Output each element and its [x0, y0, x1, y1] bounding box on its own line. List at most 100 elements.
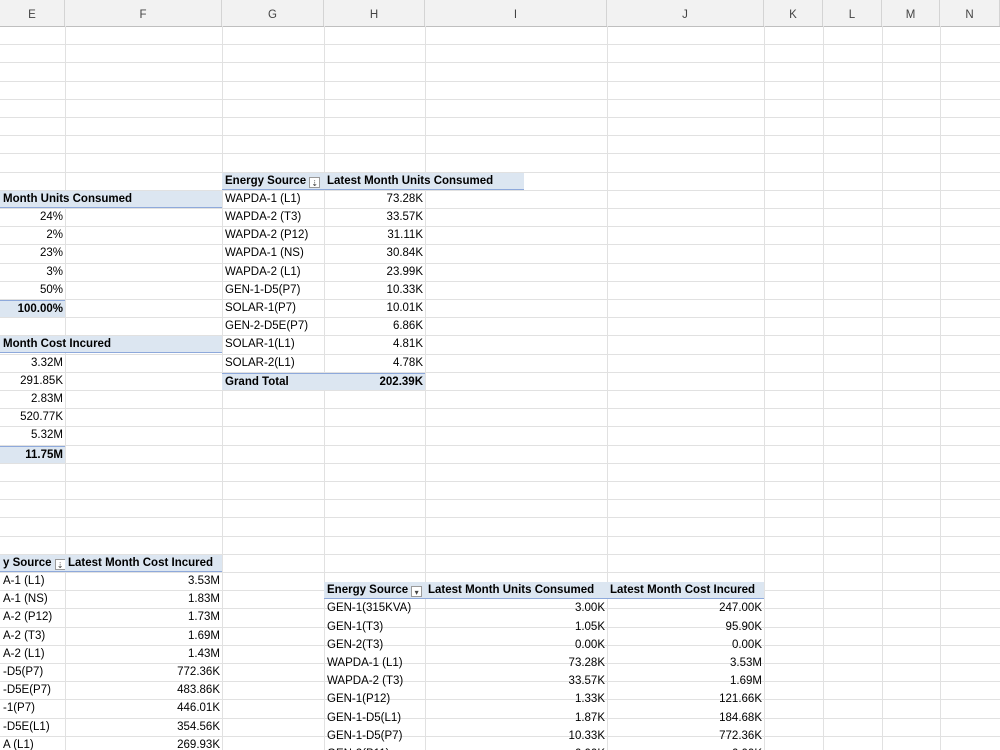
pivot-header[interactable]: Month Units Consumed	[0, 190, 222, 208]
pivot-value-cell[interactable]: 10.33K	[425, 728, 607, 745]
pivot-value-cell[interactable]: 3.32M	[0, 355, 65, 372]
pivot-value-cell[interactable]: 23%	[0, 245, 65, 262]
pivot-value-cell[interactable]: 10.01K	[324, 300, 425, 317]
pivot-value-cell[interactable]: 291.85K	[0, 373, 65, 390]
pivot-row-label[interactable]: A-2 (P12)	[0, 609, 65, 626]
pivot-value-cell[interactable]: 1.43M	[65, 646, 222, 663]
pivot-row-label[interactable]: -1(P7)	[0, 700, 65, 717]
pivot-value-cell[interactable]: 354.56K	[65, 719, 222, 736]
pivot-value-cell[interactable]: 33.57K	[324, 209, 425, 226]
pivot-row-label[interactable]: GEN-1(T3)	[324, 619, 425, 636]
pivot-value-cell[interactable]: 3.53M	[65, 573, 222, 590]
pivot-row-label[interactable]: GEN-1-D5(P7)	[222, 282, 324, 299]
pivot-row-label[interactable]: GEN-2-D5E(P7)	[222, 318, 324, 335]
pivot-row-label[interactable]: GEN-1-D5(P7)	[324, 728, 425, 745]
pivot-value-cell[interactable]: 1.73M	[65, 609, 222, 626]
grand-total-value[interactable]: 202.39K	[324, 372, 425, 390]
column-header-l[interactable]: L	[823, 0, 882, 26]
pivot-row-label[interactable]: A-1 (NS)	[0, 591, 65, 608]
pivot-row-label[interactable]: WAPDA-1 (L1)	[324, 655, 425, 672]
pivot-value-cell[interactable]: 31.11K	[324, 227, 425, 244]
pivot-header-units[interactable]: Latest Month Units Consumed	[324, 172, 524, 190]
pivot-row-label[interactable]: GEN-2(T3)	[324, 637, 425, 654]
pivot-value-cell[interactable]: 5.32M	[0, 427, 65, 444]
pivot-header[interactable]: Month Cost Incured	[0, 336, 222, 354]
pivot-value-cell[interactable]: 446.01K	[65, 700, 222, 717]
pivot-header-cost[interactable]: Latest Month Cost Incured	[65, 554, 222, 572]
pivot-row-label[interactable]: A-1 (L1)	[0, 573, 65, 590]
pivot-row-label[interactable]: GEN-1-D5(L1)	[324, 710, 425, 727]
pivot-row-label[interactable]: GEN-1(315KVA)	[324, 600, 425, 617]
column-header-e[interactable]: E	[0, 0, 65, 26]
pivot-value-cell[interactable]: 0.00K	[425, 746, 607, 750]
pivot-value-cell[interactable]: 0.00K	[607, 637, 764, 654]
pivot-value-cell[interactable]: 23.99K	[324, 264, 425, 281]
pivot-value-cell[interactable]: 3%	[0, 264, 65, 281]
pivot-row-label[interactable]: GEN-1(P12)	[324, 691, 425, 708]
pivot-value-cell[interactable]: 50%	[0, 282, 65, 299]
filter-dropdown-icon[interactable]: ⇣	[54, 558, 65, 570]
pivot-row-label[interactable]: -D5E(L1)	[0, 719, 65, 736]
spreadsheet-grid[interactable]: EFGHIJKLMN Month Units Consumed 24% 2% 23% 3…	[0, 0, 1000, 750]
column-header-f[interactable]: F	[65, 0, 222, 26]
pivot-row-label[interactable]: A (L1)	[0, 737, 65, 750]
column-header-j[interactable]: J	[607, 0, 764, 26]
pivot-row-label[interactable]: -D5E(P7)	[0, 682, 65, 699]
pivot-value-cell[interactable]: 772.36K	[607, 728, 764, 745]
pivot-value-cell[interactable]: 3.53M	[607, 655, 764, 672]
pivot-header-units[interactable]: Latest Month Units Consumed	[425, 582, 607, 600]
grand-total-value[interactable]: 11.75M	[0, 445, 65, 463]
pivot-row-label[interactable]: GEN-2(P11)	[324, 746, 425, 750]
pivot-header-energy-source[interactable]: y Source ⇣	[0, 554, 65, 572]
grand-total-value[interactable]: 100.00%	[0, 300, 65, 317]
pivot-value-cell[interactable]: 73.28K	[425, 655, 607, 672]
pivot-value-cell[interactable]: 2.83M	[0, 391, 65, 408]
pivot-value-cell[interactable]: 483.86K	[65, 682, 222, 699]
pivot-value-cell[interactable]: 184.68K	[607, 710, 764, 727]
column-header-h[interactable]: H	[324, 0, 425, 26]
pivot-value-cell[interactable]: 4.78K	[324, 355, 425, 372]
pivot-value-cell[interactable]: 24%	[0, 209, 65, 226]
pivot-value-cell[interactable]: 520.77K	[0, 409, 65, 426]
pivot-row-label[interactable]: WAPDA-1 (L1)	[222, 191, 324, 208]
pivot-header-energy-source[interactable]: Energy Source ⇣	[222, 172, 324, 190]
pivot-value-cell[interactable]: 269.93K	[65, 737, 222, 750]
pivot-value-cell[interactable]: 10.33K	[324, 282, 425, 299]
pivot-value-cell[interactable]: 121.66K	[607, 691, 764, 708]
pivot-value-cell[interactable]: 30.84K	[324, 245, 425, 262]
pivot-row-label[interactable]: WAPDA-2 (T3)	[222, 209, 324, 226]
pivot-row-label[interactable]: WAPDA-1 (NS)	[222, 245, 324, 262]
pivot-value-cell[interactable]: 2%	[0, 227, 65, 244]
pivot-row-label[interactable]: SOLAR-1(P7)	[222, 300, 324, 317]
grand-total-label[interactable]: Grand Total	[222, 372, 324, 390]
pivot-value-cell[interactable]: 1.83M	[65, 591, 222, 608]
pivot-value-cell[interactable]: 1.05K	[425, 619, 607, 636]
pivot-row-label[interactable]: WAPDA-2 (P12)	[222, 227, 324, 244]
pivot-value-cell[interactable]: 1.33K	[425, 691, 607, 708]
pivot-value-cell[interactable]: 1.87K	[425, 710, 607, 727]
pivot-row-label[interactable]: SOLAR-1(L1)	[222, 336, 324, 353]
pivot-row-label[interactable]: A-2 (L1)	[0, 646, 65, 663]
column-header-n[interactable]: N	[940, 0, 1000, 26]
pivot-row-label[interactable]: A-2 (T3)	[0, 628, 65, 645]
pivot-value-cell[interactable]: 73.28K	[324, 191, 425, 208]
pivot-value-cell[interactable]: 4.81K	[324, 336, 425, 353]
filter-dropdown-icon[interactable]: ▾	[411, 586, 423, 598]
column-header-k[interactable]: K	[764, 0, 823, 26]
pivot-row-label[interactable]: WAPDA-2 (L1)	[222, 264, 324, 281]
pivot-value-cell[interactable]: 0.00K	[425, 637, 607, 654]
pivot-value-cell[interactable]: 1.69M	[65, 628, 222, 645]
column-header-g[interactable]: G	[222, 0, 324, 26]
pivot-value-cell[interactable]: 6.86K	[324, 318, 425, 335]
column-header-m[interactable]: M	[882, 0, 940, 26]
column-header-i[interactable]: I	[425, 0, 607, 26]
pivot-value-cell[interactable]: 1.69M	[607, 673, 764, 690]
filter-dropdown-icon[interactable]: ⇣	[309, 176, 321, 188]
pivot-header-cost[interactable]: Latest Month Cost Incured	[607, 582, 764, 600]
pivot-value-cell[interactable]: 247.00K	[607, 600, 764, 617]
pivot-row-label[interactable]: WAPDA-2 (T3)	[324, 673, 425, 690]
pivot-value-cell[interactable]: 0.00K	[607, 746, 764, 750]
pivot-value-cell[interactable]: 772.36K	[65, 664, 222, 681]
pivot-value-cell[interactable]: 33.57K	[425, 673, 607, 690]
pivot-row-label[interactable]: SOLAR-2(L1)	[222, 355, 324, 372]
